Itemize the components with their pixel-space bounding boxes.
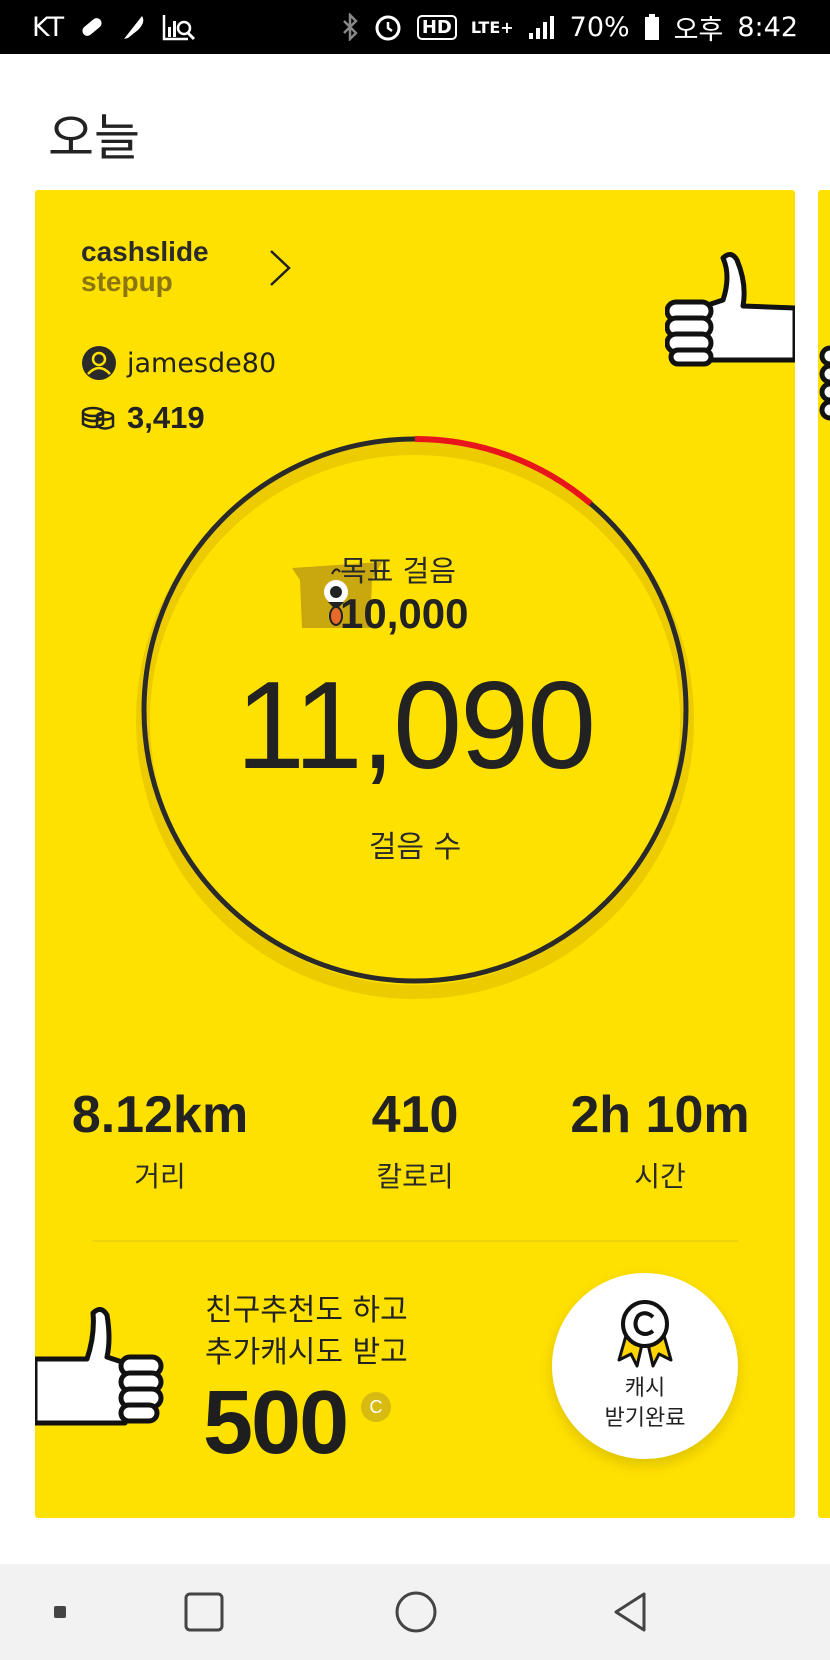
user-avatar-icon <box>82 346 116 380</box>
clock-time: 8:42 <box>737 11 798 43</box>
home-circle-icon <box>395 1591 437 1633</box>
overview-square-icon <box>184 1592 224 1632</box>
cash-coin-icon: C <box>361 1392 391 1422</box>
page-title: 오늘 <box>48 109 140 167</box>
goal-steps-value: 10,000 <box>340 590 469 637</box>
alarm-icon <box>375 15 401 41</box>
stat-calories-value: 410 <box>371 1086 459 1144</box>
brand-logo[interactable]: cashslide stepup <box>81 238 209 296</box>
feather-icon <box>124 16 144 39</box>
next-card-peek[interactable] <box>818 190 830 1518</box>
brand-line-2: stepup <box>81 266 173 297</box>
lte-icon: LTE+ <box>470 17 514 37</box>
user-row: jamesde80 <box>81 345 276 381</box>
bluetooth-icon <box>342 13 358 41</box>
chevron-right-icon[interactable] <box>267 248 293 288</box>
hd-icon: HD <box>416 14 457 40</box>
promo-line-2: 추가캐시도 받고 <box>205 1335 408 1370</box>
receive-cash-button[interactable]: 캐시 받기완료 <box>552 1273 738 1459</box>
receive-line-1: 캐시 <box>624 1376 666 1402</box>
promo-line-1: 친구추천도 하고 <box>205 1293 408 1328</box>
time-ampm: 오후 <box>673 14 724 46</box>
stat-distance: 8.12km 거리 <box>40 1085 280 1195</box>
promo-text[interactable]: 친구추천도 하고 추가캐시도 받고 <box>205 1290 408 1374</box>
coins-icon <box>81 406 115 430</box>
signal-icon <box>528 16 554 39</box>
thumbs-up-icon <box>819 345 830 421</box>
goal-steps-label: 목표 걸음 <box>340 554 456 588</box>
nav-dot-button[interactable] <box>12 1564 108 1660</box>
stat-distance-value: 8.12km <box>71 1086 249 1144</box>
nav-back-button[interactable] <box>582 1564 678 1660</box>
steps-count: 11,090 <box>235 657 596 795</box>
recent-apps-dot-icon <box>54 1606 66 1618</box>
status-bar: KT HD LTE+ 70% 오후 8:42 <box>0 0 830 54</box>
receive-line-2: 받기완료 <box>604 1406 686 1431</box>
chart-search-icon <box>162 15 196 41</box>
step-card[interactable]: cashslide stepup jamesde80 3,419 목표 걸음 1… <box>35 190 795 1518</box>
back-triangle-icon <box>614 1592 646 1632</box>
brand-line-1: cashslide <box>81 236 209 267</box>
stat-time-value: 2h 10m <box>570 1086 750 1144</box>
stat-calories: 410 칼로리 <box>295 1085 535 1195</box>
nav-home-button[interactable] <box>368 1564 464 1660</box>
steps-label: 걸음 수 <box>368 830 462 865</box>
navigation-bar <box>0 1564 830 1660</box>
stat-distance-label: 거리 <box>134 1160 186 1193</box>
bandage-icon <box>82 18 102 36</box>
thumbs-up-icon <box>35 1307 164 1426</box>
thumbs-up-icon <box>665 252 795 367</box>
stat-time: 2h 10m 시간 <box>540 1085 780 1195</box>
carrier-label: KT <box>32 11 65 43</box>
stat-calories-label: 칼로리 <box>376 1160 454 1193</box>
battery-percent: 70% <box>569 11 630 43</box>
award-ribbon-icon <box>617 1300 673 1368</box>
stat-time-label: 시간 <box>634 1160 686 1193</box>
username: jamesde80 <box>127 347 277 379</box>
battery-icon <box>644 14 659 40</box>
nav-overview-button[interactable] <box>156 1564 252 1660</box>
divider <box>92 1240 738 1242</box>
promo-amount: 500 <box>203 1373 349 1473</box>
